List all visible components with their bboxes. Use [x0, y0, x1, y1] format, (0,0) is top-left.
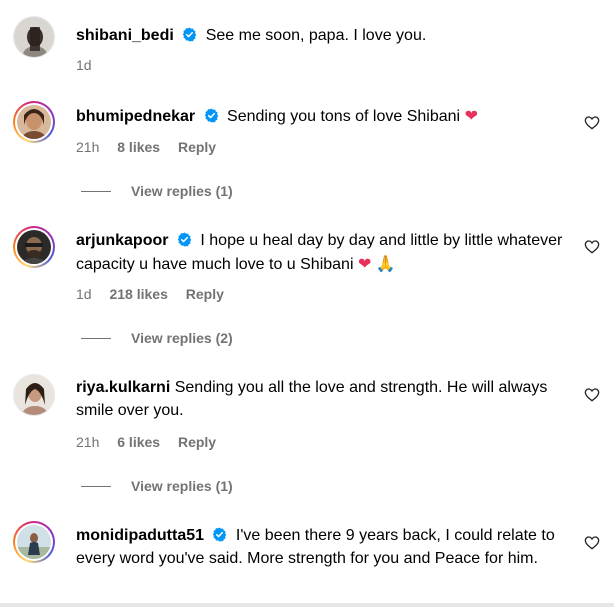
avatar[interactable]	[13, 16, 55, 58]
verified-badge-icon	[204, 108, 218, 123]
username[interactable]: riya.kulkarni	[76, 379, 170, 396]
view-replies[interactable]: View replies (2)	[81, 330, 233, 346]
reply-button[interactable]: Reply	[186, 286, 224, 302]
replies-divider	[81, 337, 111, 339]
view-replies-label[interactable]: View replies (1)	[131, 478, 233, 494]
comment-text: See me soon, papa. I love you.	[205, 27, 427, 44]
heart-outline-icon[interactable]	[584, 115, 600, 131]
comment-meta: 21h 6 likes Reply	[76, 434, 230, 450]
likes-count[interactable]: 218 likes	[109, 286, 167, 302]
avatar[interactable]	[13, 374, 55, 416]
comment-text: Sending you tons of love Shibani	[227, 108, 461, 125]
replies-divider	[81, 190, 111, 192]
view-replies-label[interactable]: View replies (1)	[131, 183, 233, 199]
avatar-photo	[14, 17, 54, 57]
heart-emoji: ❤	[357, 253, 372, 273]
avatar[interactable]	[13, 226, 55, 268]
reply-button[interactable]: Reply	[178, 434, 216, 450]
view-replies[interactable]: View replies (1)	[81, 183, 233, 199]
comment-body: arjunkapoor I hope u heal day by day and…	[76, 230, 576, 276]
avatar-photo	[14, 375, 54, 415]
bottom-divider	[0, 603, 614, 607]
comment-meta: 1d	[76, 57, 106, 73]
comment-meta: 1d 218 likes Reply	[76, 286, 238, 302]
comment-body: riya.kulkarni Sending you all the love a…	[76, 377, 576, 422]
avatar-photo	[17, 230, 51, 264]
avatar[interactable]	[13, 521, 55, 563]
comment-meta: 21h 8 likes Reply	[76, 139, 230, 155]
comment-time[interactable]: 21h	[76, 139, 99, 155]
comment-time[interactable]: 1d	[76, 57, 92, 73]
comment-time[interactable]: 1d	[76, 286, 92, 302]
replies-divider	[81, 485, 111, 487]
avatar[interactable]	[13, 101, 55, 143]
likes-count[interactable]: 6 likes	[117, 434, 160, 450]
username[interactable]: bhumipednekar	[76, 108, 195, 125]
comment-body: monidipadutta51 I've been there 9 years …	[76, 525, 576, 570]
username[interactable]: monidipadutta51	[76, 527, 204, 544]
verified-badge-icon	[183, 27, 197, 42]
view-replies[interactable]: View replies (1)	[81, 478, 233, 494]
view-replies-label[interactable]: View replies (2)	[131, 330, 233, 346]
avatar-photo	[17, 105, 51, 139]
username[interactable]: shibani_bedi	[76, 27, 174, 44]
heart-outline-icon[interactable]	[584, 535, 600, 551]
avatar-photo	[17, 525, 51, 559]
comment-body: shibani_bedi See me soon, papa. I love y…	[76, 25, 576, 48]
verified-badge-icon	[213, 527, 227, 542]
folded-hands-emoji: 🙏	[375, 253, 396, 273]
reply-button[interactable]: Reply	[178, 139, 216, 155]
comment-time[interactable]: 21h	[76, 434, 99, 450]
comment-body: bhumipednekar Sending you tons of love S…	[76, 105, 576, 129]
likes-count[interactable]: 8 likes	[117, 139, 160, 155]
username[interactable]: arjunkapoor	[76, 232, 168, 249]
heart-outline-icon[interactable]	[584, 239, 600, 255]
heart-outline-icon[interactable]	[584, 387, 600, 403]
verified-badge-icon	[177, 232, 192, 247]
heart-emoji: ❤	[464, 106, 478, 125]
